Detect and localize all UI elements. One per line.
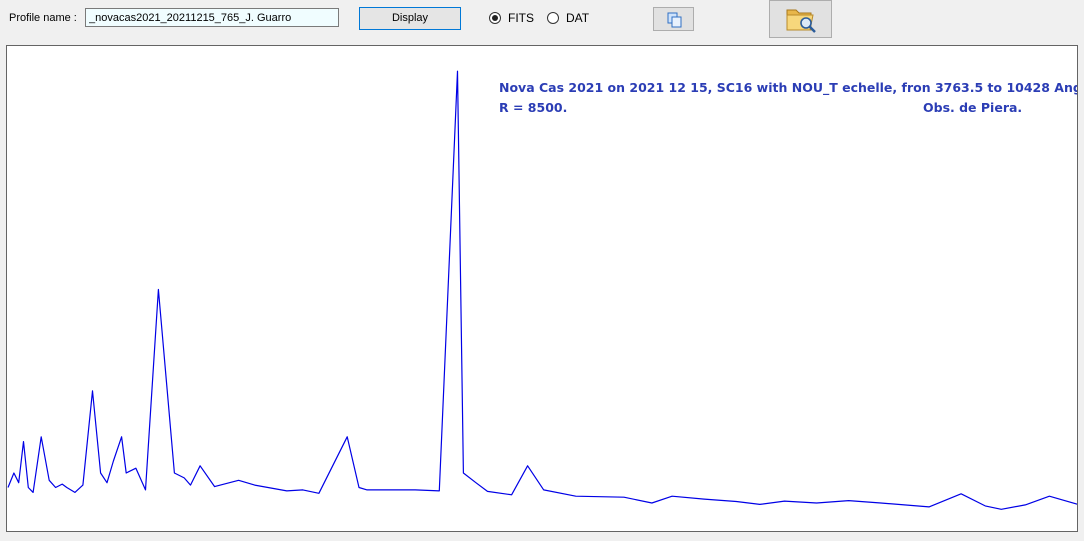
fits-radio-label: FITS	[508, 11, 534, 25]
profile-name-input[interactable]	[85, 8, 339, 27]
open-folder-button[interactable]	[769, 0, 832, 38]
spectrum-line	[7, 70, 1077, 510]
spectrum-plot[interactable]: Nova Cas 2021 on 2021 12 15, SC16 with N…	[6, 45, 1078, 532]
display-button[interactable]: Display	[359, 7, 461, 30]
profile-name-label: Profile name :	[9, 12, 77, 24]
copy-icon	[667, 12, 682, 28]
fits-radio-indicator[interactable]	[489, 12, 501, 24]
spectrum-chart	[7, 70, 1077, 510]
dat-radio-label: DAT	[566, 11, 590, 25]
folder-search-icon	[786, 9, 816, 33]
plot-annotation-observatory: Obs. de Piera.	[923, 100, 1023, 115]
plot-annotation-title: Nova Cas 2021 on 2021 12 15, SC16 with N…	[499, 80, 1078, 95]
copy-button[interactable]	[653, 7, 694, 31]
plot-annotation-resolution: R = 8500.	[499, 100, 568, 115]
dat-radio-indicator[interactable]	[547, 12, 559, 24]
dat-radio[interactable]: DAT	[547, 11, 589, 25]
fits-radio[interactable]: FITS	[489, 11, 534, 25]
toolbar: Profile name : Display FITS DAT	[0, 0, 1084, 44]
